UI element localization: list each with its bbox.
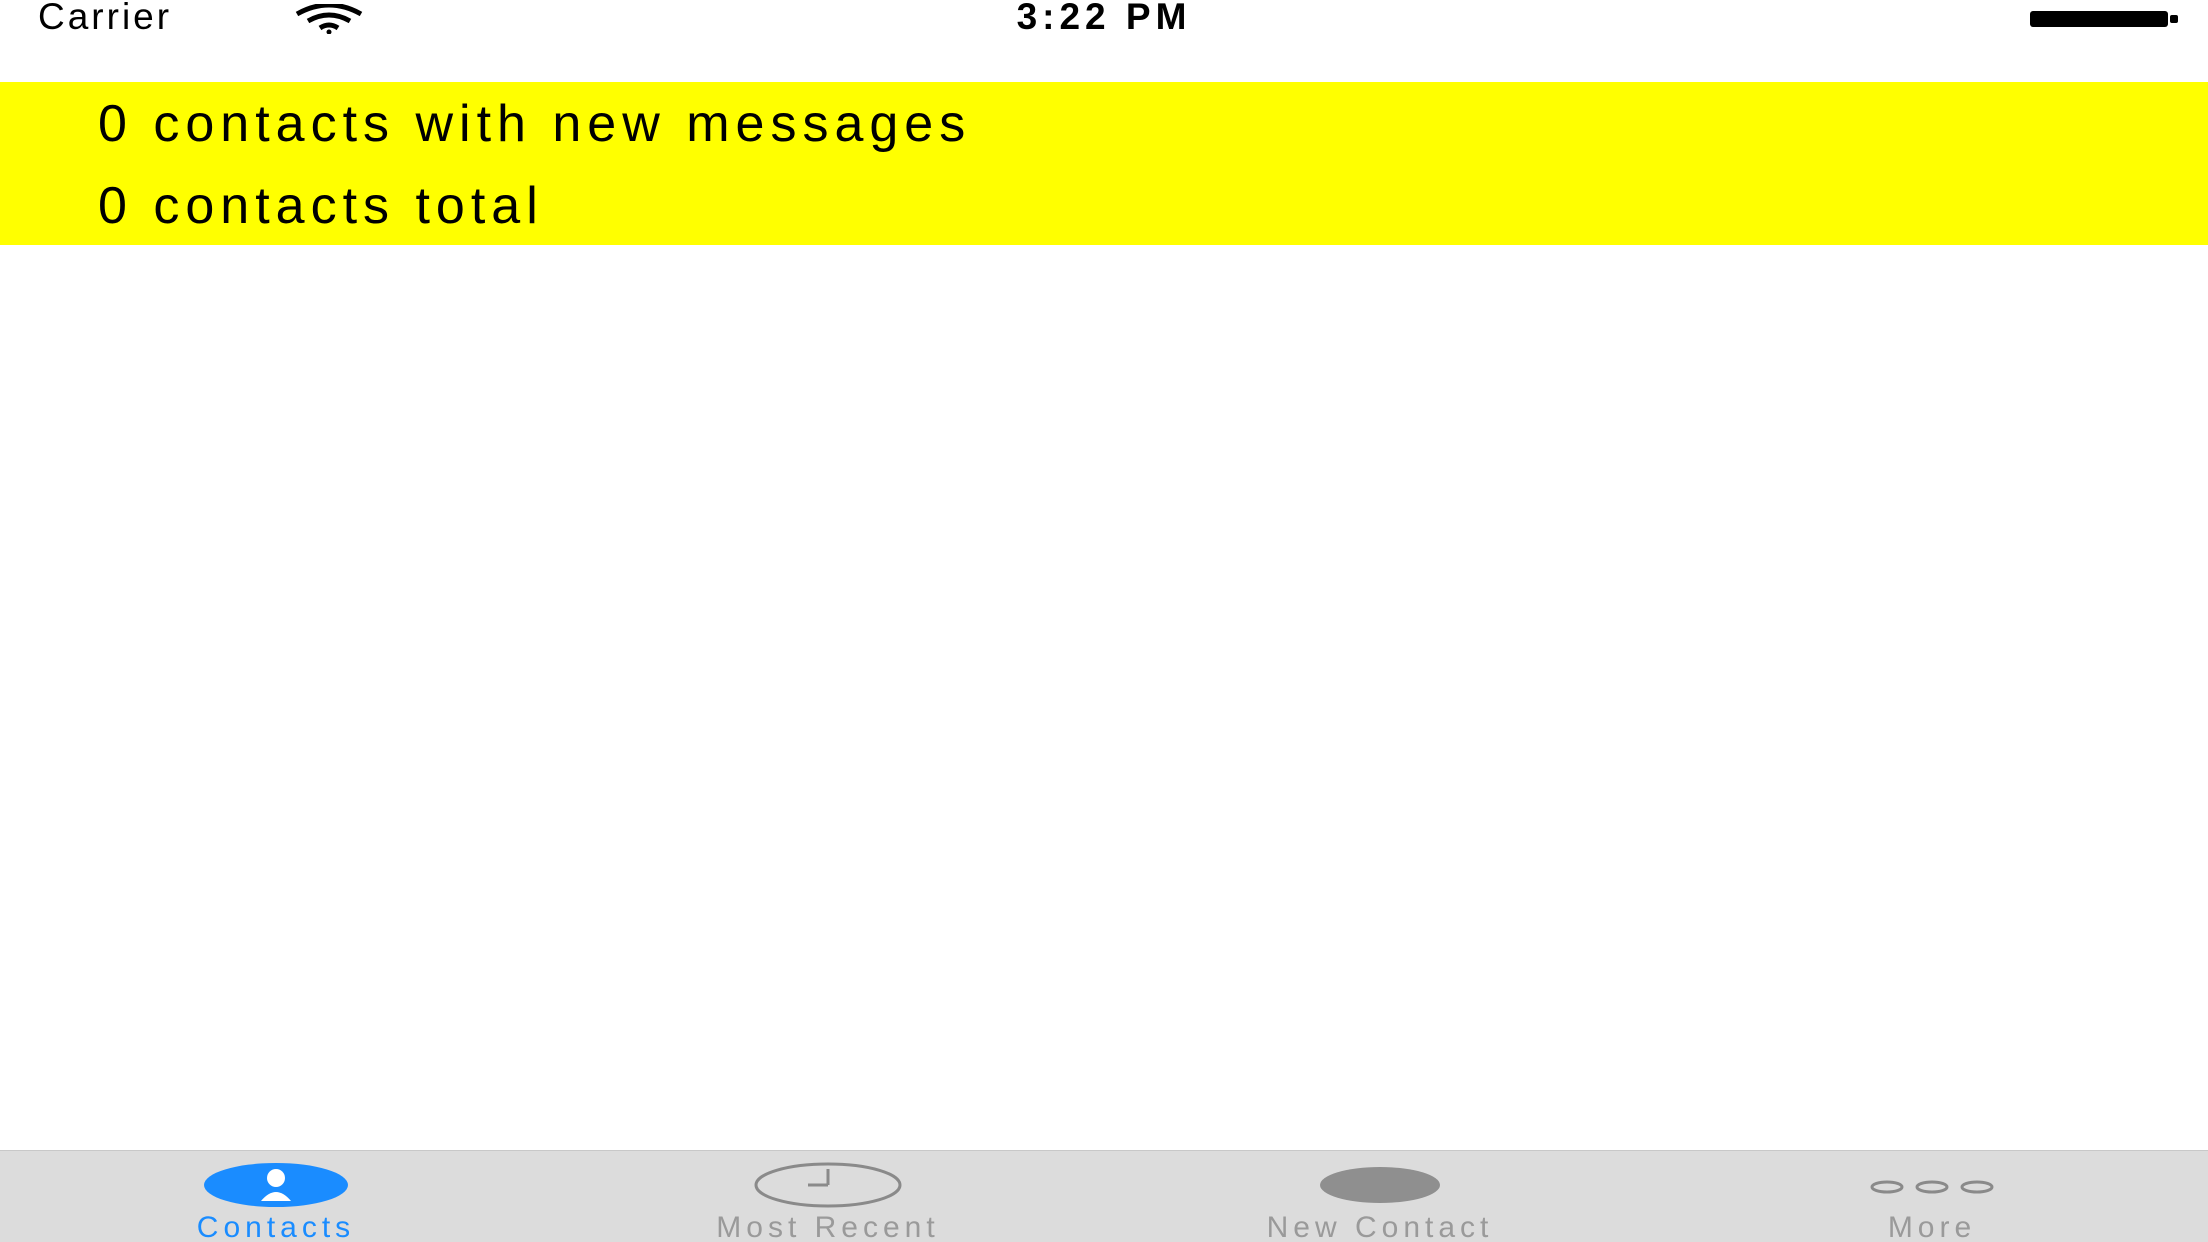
status-bar: Carrier 3:22 PM [0,0,2208,40]
new-contact-icon [1320,1167,1440,1203]
tab-contacts[interactable]: Contacts [0,1151,552,1242]
tab-bar: Contacts Most Recent New Contact More [0,1150,2208,1242]
tab-new-contact-label: New Contact [1266,1211,1494,1242]
tab-new-contact[interactable]: New Contact [1104,1151,1656,1242]
tab-most-recent-label: Most Recent [716,1211,940,1242]
battery-icon [2030,11,2178,27]
tab-contacts-label: Contacts [196,1211,356,1242]
tab-more[interactable]: More [1656,1151,2208,1242]
new-messages-count-label: 0 contacts with new messages [98,95,972,153]
status-time: 3:22 PM [1016,0,1192,37]
total-contacts-label: 0 contacts total [98,177,544,235]
contacts-summary-banner: 0 contacts with new messages 0 contacts … [0,82,2208,245]
contacts-icon [204,1163,348,1207]
contacts-list[interactable] [0,245,2208,1150]
tab-most-recent[interactable]: Most Recent [552,1151,1104,1242]
more-icon [1870,1180,1994,1194]
tab-more-label: More [1887,1211,1977,1242]
clock-icon [754,1162,902,1208]
app-screen: Carrier 3:22 PM 0 contacts with new mess… [0,0,2208,1242]
